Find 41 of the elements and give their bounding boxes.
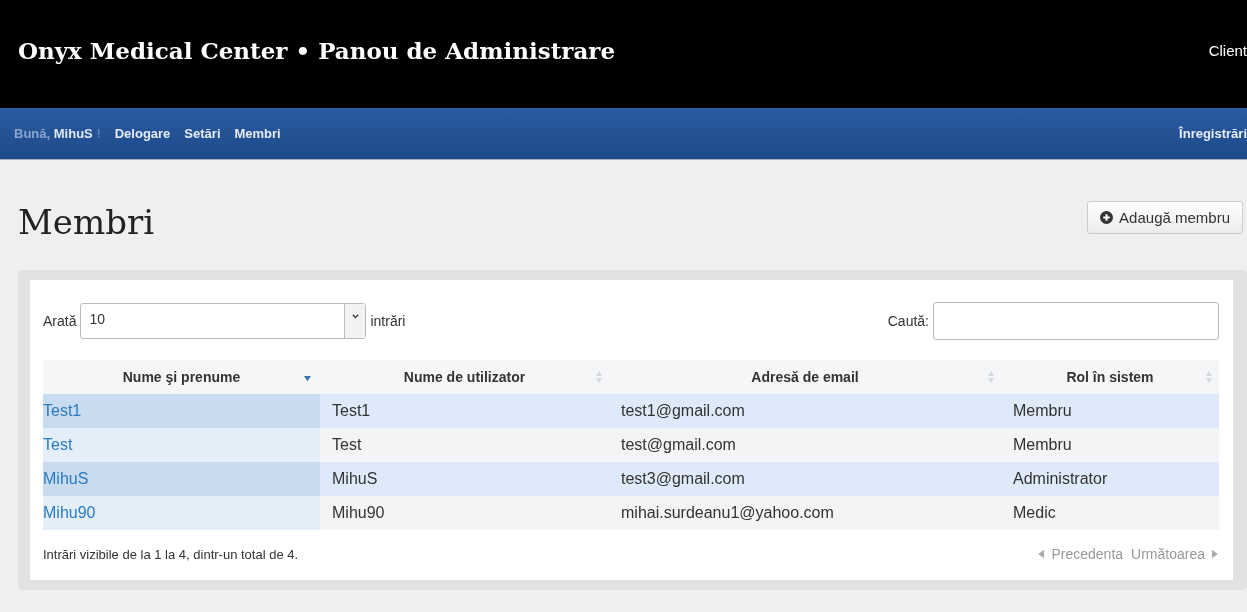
triangle-left-icon [1037, 549, 1046, 559]
column-header[interactable]: Nume şi prenume [43, 360, 320, 394]
table-cell: Medic [1013, 504, 1056, 522]
show-label: Arată [43, 313, 77, 329]
page-size-select[interactable]: 10 [80, 303, 367, 339]
plus-circle-icon [1100, 210, 1114, 224]
sort-icon [595, 370, 603, 384]
table-cell: Test [332, 436, 362, 454]
member-name-link[interactable]: Mihu90 [43, 504, 96, 522]
entries-info: Intrări vizibile de la 1 la 4, dintr-un total de 4. [43, 546, 299, 562]
member-name-link[interactable]: Test [43, 436, 73, 454]
nav-link[interactable]: Membri [234, 126, 281, 141]
sort-icon [1205, 370, 1213, 384]
triangle-right-icon [1211, 549, 1219, 559]
nav-link[interactable]: Delogare [114, 126, 171, 141]
table-cell: test3@gmail.com [621, 470, 745, 488]
column-header[interactable]: Nume de utilizator [320, 360, 609, 394]
table-cell: Test1 [332, 402, 371, 420]
entries-label: intrări [370, 313, 406, 329]
search-field[interactable] [933, 302, 1219, 340]
column-header[interactable]: Rol în sistem [1001, 360, 1219, 394]
table-cell: Membru [1013, 436, 1072, 454]
add-member-button[interactable]: Adaugă membru [1087, 200, 1243, 234]
sort-descending-icon [303, 375, 312, 382]
greeting-text: Bună, MihuS ! [14, 126, 101, 141]
table-cell: test@gmail.com [621, 436, 736, 454]
search-label: Caută: [887, 313, 929, 329]
column-header[interactable]: Adresă de email [609, 360, 1001, 394]
table-cell: mihai.surdeanu1@yahoo.com [621, 504, 834, 522]
client-link[interactable]: Client [1208, 41, 1247, 59]
sort-icon [987, 370, 995, 384]
table-cell: Membru [1013, 402, 1072, 420]
site-title: Onyx Medical Center • Panou de Administrare [18, 36, 616, 64]
table-cell: Administrator [1013, 470, 1108, 488]
chevron-down-icon [350, 312, 360, 321]
table-cell: Mihu90 [332, 504, 385, 522]
records-link[interactable]: Înregistrări [1179, 126, 1247, 141]
page-heading: Membri [18, 202, 155, 242]
table-cell: test1@gmail.com [621, 402, 745, 420]
nav-link[interactable]: Setări [184, 126, 221, 141]
table-cell: MihuS [332, 470, 378, 488]
